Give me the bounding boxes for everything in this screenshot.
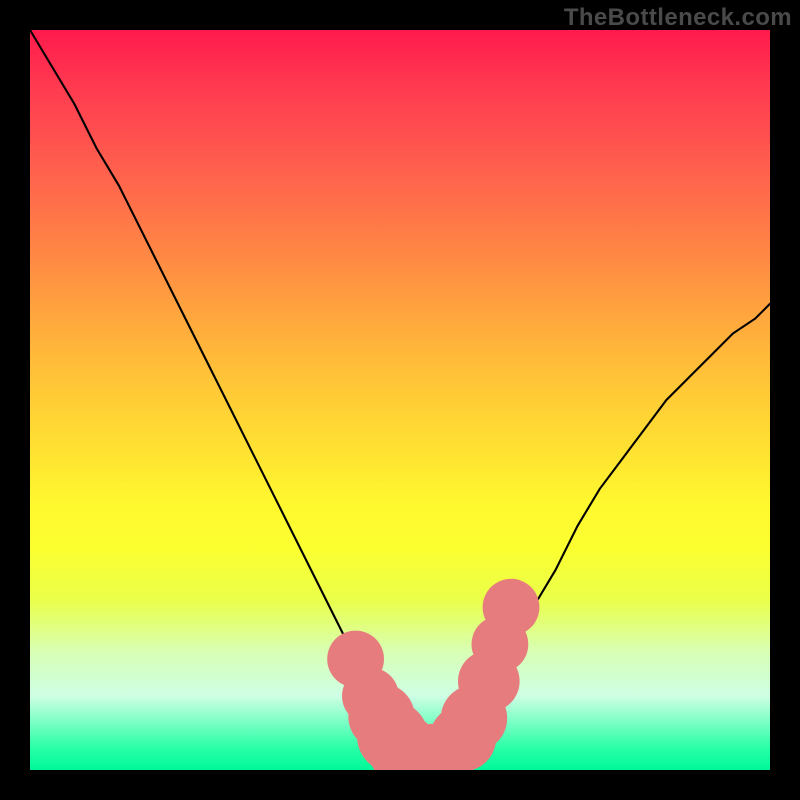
plot-area	[30, 30, 770, 770]
marker-layer	[327, 579, 539, 770]
frame: TheBottleneck.com	[0, 0, 800, 800]
chart-svg	[30, 30, 770, 770]
marker-dot	[483, 579, 540, 636]
bottleneck-curve	[30, 30, 770, 755]
watermark-text: TheBottleneck.com	[564, 4, 792, 32]
